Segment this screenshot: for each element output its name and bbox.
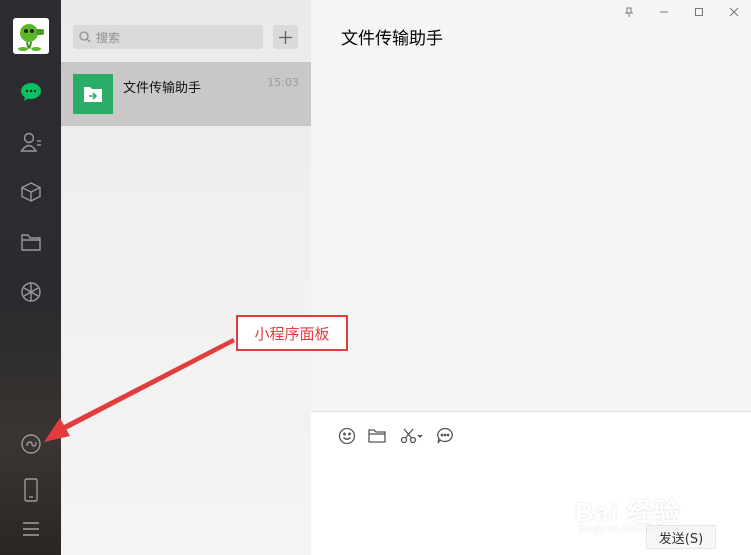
- plus-icon: [279, 30, 292, 44]
- page-title: 文件传输助手: [341, 29, 443, 49]
- moments-icon[interactable]: [15, 276, 47, 308]
- chat-time: 15:03: [267, 76, 299, 89]
- contacts-icon[interactable]: [15, 126, 47, 158]
- add-button[interactable]: [273, 25, 298, 49]
- chat-list-panel: 搜索 文件传输助手 15:03: [61, 0, 311, 555]
- watermark-sub: jingyan.baidu.com: [579, 522, 681, 535]
- chat-window: 文件传输助手 发送(S): [311, 0, 751, 555]
- search-placeholder: 搜索: [96, 30, 121, 45]
- phone-icon[interactable]: [15, 474, 47, 506]
- nav-rail: [0, 0, 61, 555]
- folder-transfer-icon: [73, 74, 113, 114]
- files-icon[interactable]: [15, 226, 47, 258]
- search-icon: [79, 31, 91, 43]
- pin-icon[interactable]: [611, 4, 646, 20]
- emoji-icon[interactable]: [337, 426, 357, 446]
- favorites-icon[interactable]: [15, 176, 47, 208]
- avatar-image: [13, 18, 49, 54]
- window-controls: [611, 4, 751, 20]
- annotation-label: 小程序面板: [236, 315, 348, 351]
- avatar[interactable]: [13, 18, 49, 54]
- minimize-icon[interactable]: [646, 4, 681, 20]
- mini-program-icon[interactable]: [15, 428, 47, 460]
- chat-history-icon[interactable]: [435, 426, 455, 446]
- list-item[interactable]: 文件传输助手 15:03: [61, 62, 311, 126]
- maximize-icon[interactable]: [681, 4, 716, 20]
- chat-icon[interactable]: [15, 76, 47, 108]
- chat-name: 文件传输助手: [123, 81, 202, 96]
- search-input[interactable]: 搜索: [73, 25, 263, 49]
- screenshot-icon[interactable]: [399, 426, 425, 446]
- folder-icon[interactable]: [367, 426, 387, 446]
- watermark: Bai 经验 jingyan.baidu.com: [575, 480, 745, 550]
- close-icon[interactable]: [716, 4, 751, 20]
- menu-icon[interactable]: [15, 513, 47, 545]
